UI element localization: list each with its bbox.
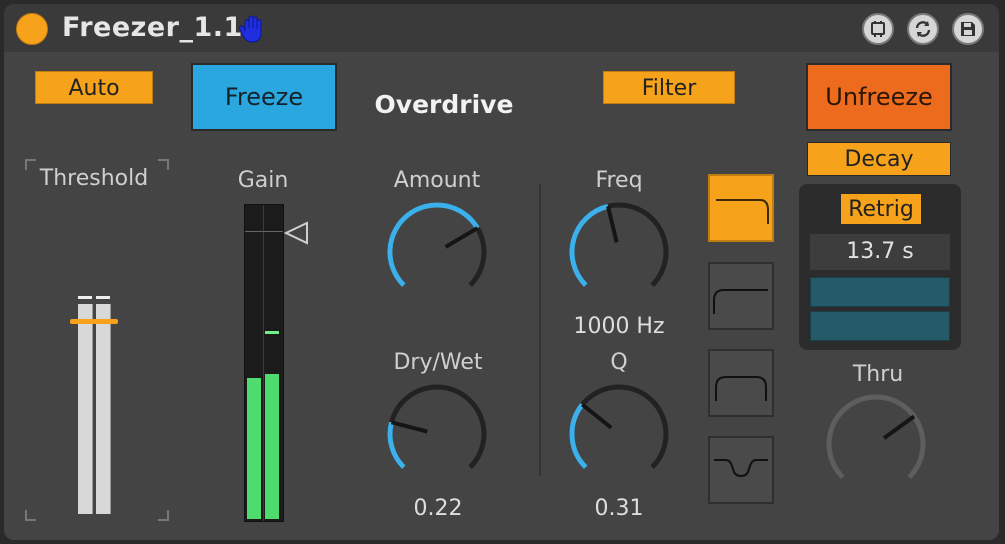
- freq-knob[interactable]: [562, 202, 676, 302]
- retrig-button[interactable]: Retrig: [840, 193, 922, 225]
- freq-value: 1000 Hz: [573, 314, 665, 339]
- highpass-shape-icon: [713, 289, 768, 314]
- notch-shape-icon: [714, 459, 768, 478]
- hot-swap-icon[interactable]: [907, 13, 939, 45]
- filter-highpass-button[interactable]: [708, 262, 774, 330]
- thru-knob-pointer: [882, 414, 916, 440]
- gain-meter[interactable]: [244, 204, 284, 522]
- freq-knob-value-arc: [569, 203, 609, 287]
- threshold-peak-right: [96, 296, 110, 299]
- q-knob-pointer: [581, 403, 613, 430]
- gain-level-right: [265, 374, 279, 519]
- thru-label: Thru: [852, 362, 904, 387]
- power-icon[interactable]: [16, 13, 48, 45]
- bandpass-shape-icon: [715, 376, 767, 401]
- device-title: Freezer_1.1: [62, 12, 243, 43]
- fold-icon[interactable]: [862, 13, 894, 45]
- gain-arrow-icon[interactable]: [283, 219, 311, 247]
- freeze-button[interactable]: Freeze: [191, 63, 337, 131]
- drywet-label: Dry/Wet: [393, 350, 483, 375]
- gain-level-left: [247, 378, 261, 519]
- unfreeze-button[interactable]: Unfreeze: [806, 63, 952, 131]
- amount-knob-pointer: [444, 226, 479, 249]
- q-label: Q: [610, 350, 628, 375]
- drywet-knob-pointer: [390, 420, 428, 434]
- drywet-value: 0.22: [413, 496, 463, 521]
- threshold-meter-right: [96, 304, 111, 514]
- gain-peak-marker: [265, 331, 279, 334]
- thru-knob[interactable]: [819, 394, 933, 494]
- freq-label: Freq: [595, 168, 643, 193]
- filter-notch-button[interactable]: [708, 436, 774, 504]
- threshold-peak-left: [78, 296, 92, 299]
- q-knob-track: [569, 384, 669, 469]
- retrig-bar-bottom[interactable]: [810, 311, 950, 341]
- thru-knob-track: [826, 394, 926, 479]
- drywet-knob-value-arc: [387, 421, 406, 469]
- gain-label: Gain: [237, 168, 289, 193]
- filter-lowpass-button[interactable]: [708, 174, 774, 242]
- lowpass-shape-icon: [716, 199, 769, 224]
- auto-button[interactable]: Auto: [35, 71, 153, 104]
- freq-knob-pointer: [606, 205, 619, 243]
- title-bar: Freezer_1.1: [4, 4, 999, 52]
- overdrive-label: Overdrive: [374, 90, 514, 119]
- hand-icon: [239, 15, 262, 43]
- amount-label: Amount: [393, 168, 481, 193]
- threshold-meter-left: [78, 304, 93, 514]
- q-knob[interactable]: [562, 384, 676, 484]
- drywet-knob[interactable]: [380, 384, 494, 484]
- freezer-device: Freezer_1.1 Auto Freeze Overdrive Filter…: [4, 4, 999, 540]
- retrig-time-field[interactable]: 13.7 s: [810, 234, 950, 270]
- threshold-slider-handle[interactable]: [70, 319, 118, 324]
- q-value: 0.31: [594, 496, 644, 521]
- section-divider: [539, 184, 541, 476]
- save-icon[interactable]: [952, 13, 984, 45]
- filter-bandpass-button[interactable]: [708, 349, 774, 417]
- amount-knob[interactable]: [380, 202, 494, 302]
- filter-button[interactable]: Filter: [603, 71, 735, 104]
- retrig-bar-top[interactable]: [810, 277, 950, 307]
- amount-knob-value-arc: [387, 202, 480, 287]
- decay-button[interactable]: Decay: [807, 142, 951, 176]
- q-knob-value-arc: [569, 403, 588, 469]
